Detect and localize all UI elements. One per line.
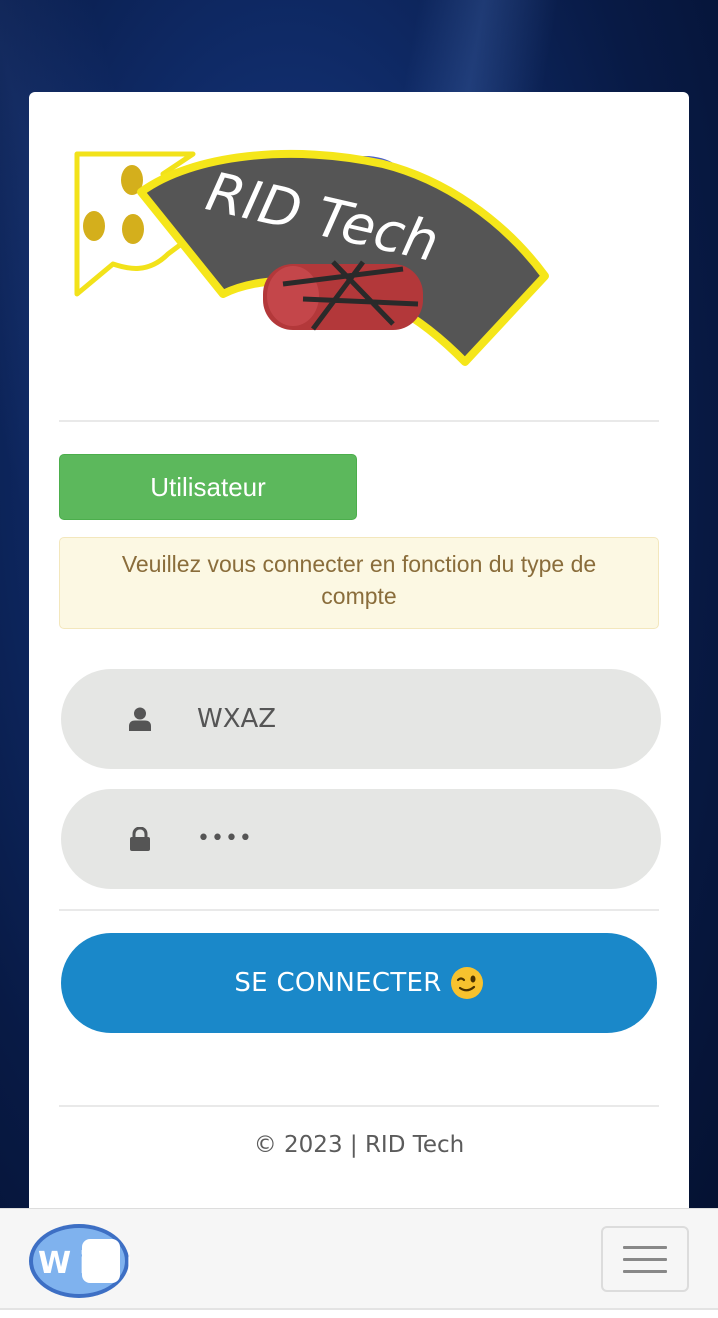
login-button[interactable]: SE CONNECTER [61, 933, 657, 1033]
username-field[interactable]: WXAZ [61, 669, 661, 769]
divider-top [59, 420, 659, 422]
password-field[interactable]: •••• [61, 789, 661, 889]
username-input[interactable]: WXAZ [197, 669, 276, 769]
user-type-label: Utilisateur [150, 471, 266, 502]
alert-text: Veuillez vous connecter en fonction du t… [121, 551, 597, 609]
hamburger-icon-bar [623, 1258, 667, 1261]
hamburger-icon [623, 1246, 667, 1249]
copyright-text: © 2023 | RID Tech [253, 1132, 465, 1158]
info-alert: Veuillez vous connecter en fonction du t… [59, 537, 659, 629]
divider-middle [59, 909, 659, 911]
menu-toggle-button[interactable] [601, 1226, 689, 1292]
user-type-button[interactable]: Utilisateur [59, 454, 357, 520]
hamburger-icon-bar [623, 1270, 667, 1273]
divider-bottom [59, 1105, 659, 1107]
password-input[interactable]: •••• [197, 789, 253, 889]
lock-icon [130, 827, 150, 851]
bottom-edge [0, 1310, 718, 1318]
login-card: RID Tech Utilisateur Veuillez vous conne… [29, 92, 689, 1252]
bottom-navbar: WiFi [0, 1208, 718, 1310]
wifi-logo-icon[interactable]: WiFi [28, 1223, 130, 1299]
wifi-logo-text: WiFi [38, 1246, 130, 1281]
wink-emoji-icon [450, 967, 483, 999]
login-button-label: SE CONNECTER [234, 968, 442, 998]
user-icon [129, 707, 151, 731]
rid-tech-logo: RID Tech [74, 149, 549, 366]
